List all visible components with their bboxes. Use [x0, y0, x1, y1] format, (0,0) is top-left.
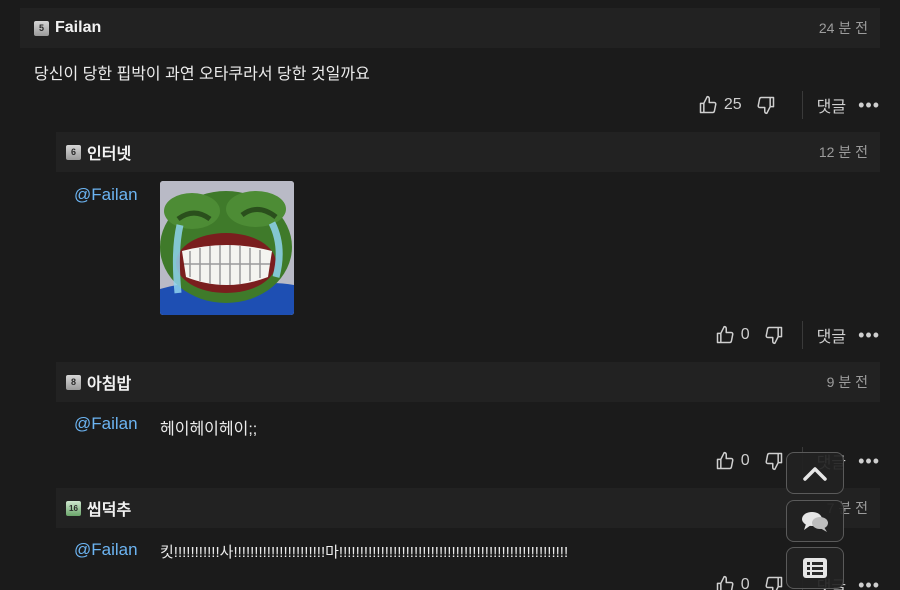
thumbs-down-icon[interactable]	[756, 95, 776, 115]
more-options-button[interactable]: •••	[858, 575, 880, 590]
thumbs-down-icon[interactable]	[764, 451, 784, 471]
mention-link[interactable]: @Failan	[74, 185, 138, 205]
author-name[interactable]: 인터넷	[87, 140, 131, 164]
action-divider	[801, 91, 803, 119]
like-count: 0	[740, 326, 750, 343]
thumbs-up-icon[interactable]	[715, 575, 735, 590]
level-badge-icon: 16	[66, 500, 81, 516]
comment-header: 6 인터넷 12 분 전	[56, 132, 880, 172]
comment-header: 16 씹덕추 7 분 전	[56, 488, 880, 528]
more-options-button[interactable]: •••	[858, 325, 880, 346]
timestamp: 9 분 전	[826, 374, 868, 390]
chevron-up-icon	[802, 464, 828, 482]
reply-button[interactable]: 댓글	[817, 323, 846, 347]
more-options-button[interactable]: •••	[858, 451, 880, 472]
thumbs-up-icon[interactable]	[698, 95, 718, 115]
sticker-image	[160, 181, 294, 315]
timestamp: 24 분 전	[818, 20, 868, 36]
comment-text: 킷!!!!!!!!!!!사!!!!!!!!!!!!!!!!!!!!!!마!!!!…	[160, 544, 569, 561]
author-name[interactable]: 아침밥	[87, 370, 131, 394]
chat-bubbles-icon	[800, 509, 830, 533]
comments-button[interactable]	[786, 500, 844, 542]
like-count: 25	[723, 96, 742, 113]
comment-header: 5 Failan 24 분 전	[20, 8, 880, 48]
thumbs-down-icon[interactable]	[764, 325, 784, 345]
comment-actions: 0 댓글 •••	[715, 320, 880, 350]
level-badge-icon: 6	[66, 144, 81, 160]
timestamp: 12 분 전	[818, 144, 868, 160]
thumbs-up-icon[interactable]	[715, 325, 735, 345]
reply-button[interactable]: 댓글	[817, 93, 846, 117]
mention-link[interactable]: @Failan	[74, 414, 138, 434]
comment-text: 당신이 당한 핍박이 과연 오타쿠라서 당한 것일까요	[34, 66, 370, 83]
like-count: 0	[740, 452, 750, 469]
thumbs-down-icon[interactable]	[764, 575, 784, 590]
level-badge-icon: 8	[66, 374, 81, 390]
thumbs-up-icon[interactable]	[715, 451, 735, 471]
like-count: 0	[740, 576, 750, 590]
list-button[interactable]	[786, 547, 844, 589]
list-icon	[802, 557, 828, 579]
level-badge-icon: 5	[34, 20, 49, 36]
more-options-button[interactable]: •••	[858, 95, 880, 116]
comment-text: 헤이헤이헤이;;	[160, 421, 258, 438]
author-name[interactable]: Failan	[55, 19, 101, 37]
comment-failan: 5 Failan 24 분 전 당신이 당한 핍박이 과연 오타쿠라서 당한 것…	[20, 8, 880, 124]
comment-actions: 25 댓글 •••	[698, 90, 880, 120]
scroll-top-button[interactable]	[786, 452, 844, 494]
action-divider	[801, 321, 803, 349]
author-name[interactable]: 씹덕추	[87, 496, 131, 520]
mention-link[interactable]: @Failan	[74, 540, 138, 560]
comment-header: 8 아침밥 9 분 전	[56, 362, 880, 402]
